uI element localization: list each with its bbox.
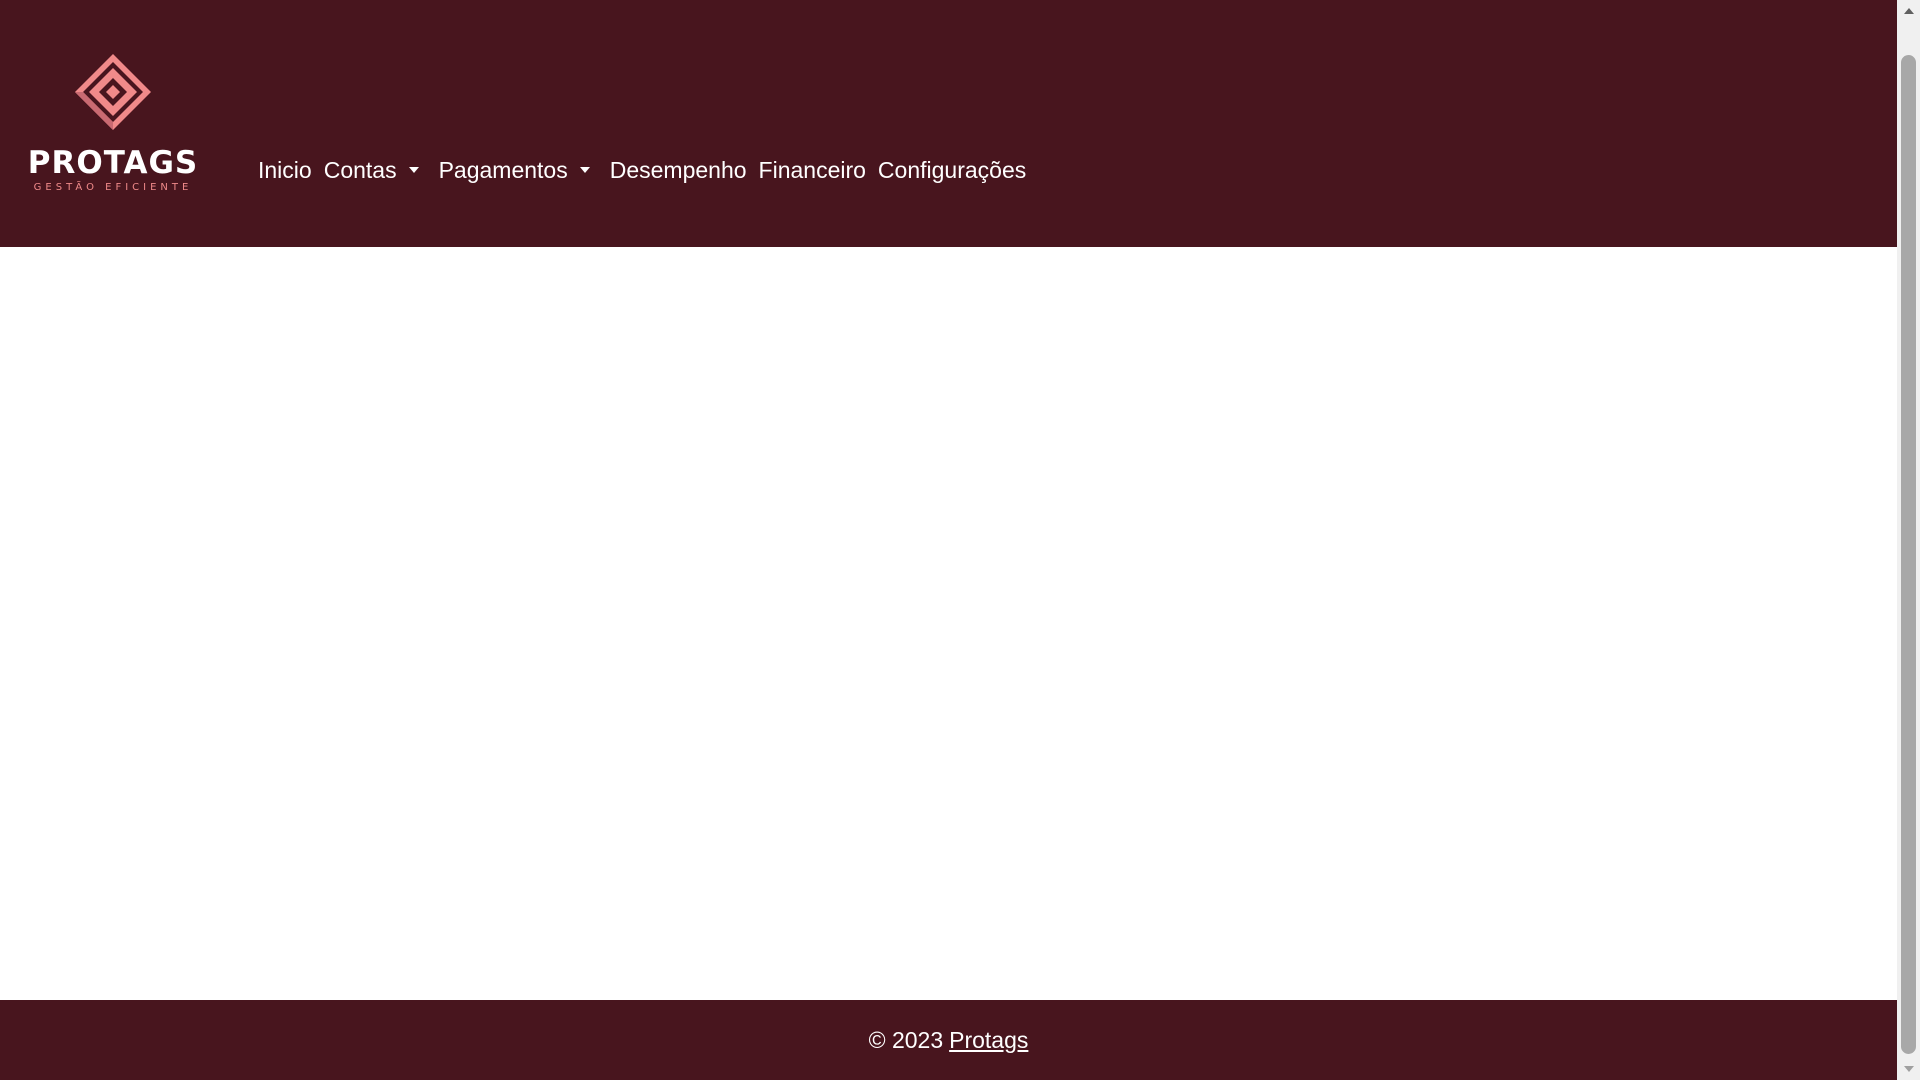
scroll-up-button[interactable]: [1897, 0, 1920, 22]
main-nav: Inicio Contas Pagamentos Desempenho Fina…: [258, 150, 1026, 190]
nav-pagamentos-dropdown[interactable]: Pagamentos: [439, 157, 598, 184]
brand-logo-link[interactable]: PROTAGS GESTÃO EFICIENTE: [22, 52, 204, 197]
footer-copyright: © 2023: [868, 1026, 944, 1053]
nav-financeiro[interactable]: Financeiro: [759, 157, 866, 184]
svg-text:GESTÃO EFICIENTE: GESTÃO EFICIENTE: [34, 180, 193, 193]
nav-contas-label: Contas: [323, 156, 397, 183]
nav-inicio-label: Inicio: [258, 156, 312, 183]
footer-protags-link[interactable]: Protags: [949, 1027, 1028, 1054]
nav-configuracoes-label: Configurações: [877, 156, 1027, 183]
arrow-down-icon: [1903, 1066, 1914, 1072]
nav-contas-dropdown[interactable]: Contas: [324, 157, 427, 184]
nav-desempenho[interactable]: Desempenho: [610, 157, 747, 184]
main-content: [0, 247, 1897, 1000]
svg-text:PROTAGS: PROTAGS: [28, 145, 198, 181]
footer: © 2023 Protags: [0, 1000, 1897, 1080]
nav-inicio[interactable]: Inicio: [258, 157, 312, 184]
page: PROTAGS GESTÃO EFICIENTE Inicio Contas P…: [0, 0, 1897, 1080]
nav-financeiro-label: Financeiro: [758, 156, 866, 183]
arrow-up-icon: [1903, 8, 1914, 14]
caret-down-icon: [408, 167, 419, 173]
vertical-scrollbar[interactable]: [1897, 0, 1920, 1080]
scroll-thumb[interactable]: [1901, 55, 1916, 1054]
protags-logo: PROTAGS GESTÃO EFICIENTE: [28, 54, 198, 193]
nav-desempenho-label: Desempenho: [609, 156, 747, 183]
nav-pagamentos-label: Pagamentos: [438, 156, 568, 183]
nav-configuracoes[interactable]: Configurações: [878, 157, 1026, 184]
scroll-down-button[interactable]: [1897, 1058, 1920, 1080]
caret-down-icon: [579, 167, 590, 173]
navbar: PROTAGS GESTÃO EFICIENTE Inicio Contas P…: [0, 0, 1897, 247]
